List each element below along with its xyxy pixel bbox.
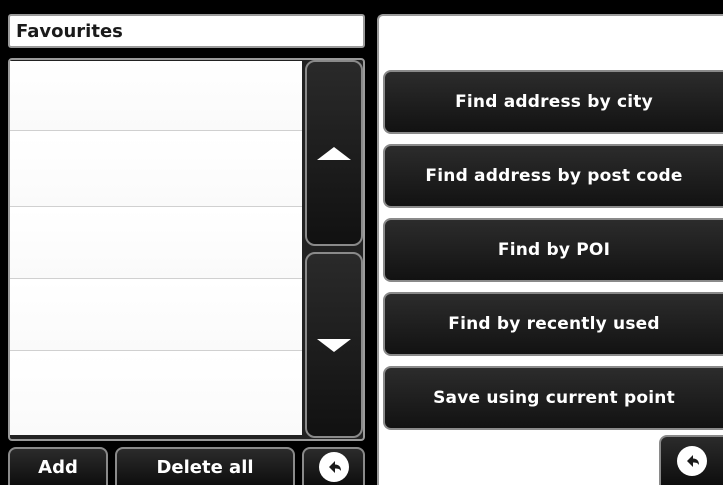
scroll-up-button[interactable] xyxy=(305,60,363,246)
left-back-button[interactable] xyxy=(302,447,365,485)
list-item[interactable] xyxy=(10,137,302,207)
menu-item-label: Save using current point xyxy=(433,388,675,408)
menu-item-label: Find by POI xyxy=(497,240,611,260)
find-by-poi-button[interactable]: Find by POI xyxy=(383,218,723,282)
find-address-by-city-button[interactable]: Find address by city xyxy=(383,70,723,134)
delete-all-button-label: Delete all xyxy=(156,456,254,478)
menu-item-label: Find address by post code xyxy=(425,166,683,186)
list-item[interactable] xyxy=(10,209,302,279)
menu-item-label: Find by recently used xyxy=(448,314,660,334)
find-address-by-post-code-button[interactable]: Find address by post code xyxy=(383,144,723,208)
scroll-down-button[interactable] xyxy=(305,252,363,438)
back-arrow-icon xyxy=(677,446,707,476)
save-using-current-point-button[interactable]: Save using current point xyxy=(383,366,723,430)
list-item[interactable] xyxy=(10,353,302,435)
menu-item-label: Find address by city xyxy=(455,92,653,112)
add-button-label: Add xyxy=(38,456,78,478)
list-item[interactable] xyxy=(10,281,302,351)
triangle-up-icon xyxy=(317,146,351,160)
right-back-button[interactable] xyxy=(659,435,723,485)
list-item[interactable] xyxy=(10,61,302,131)
back-arrow-icon xyxy=(318,452,349,482)
favourites-list xyxy=(10,61,302,435)
triangle-down-icon xyxy=(317,338,351,352)
delete-all-button[interactable]: Delete all xyxy=(115,447,295,485)
favourites-title: Favourites xyxy=(8,14,365,48)
add-button[interactable]: Add xyxy=(8,447,108,485)
find-by-recently-used-button[interactable]: Find by recently used xyxy=(383,292,723,356)
